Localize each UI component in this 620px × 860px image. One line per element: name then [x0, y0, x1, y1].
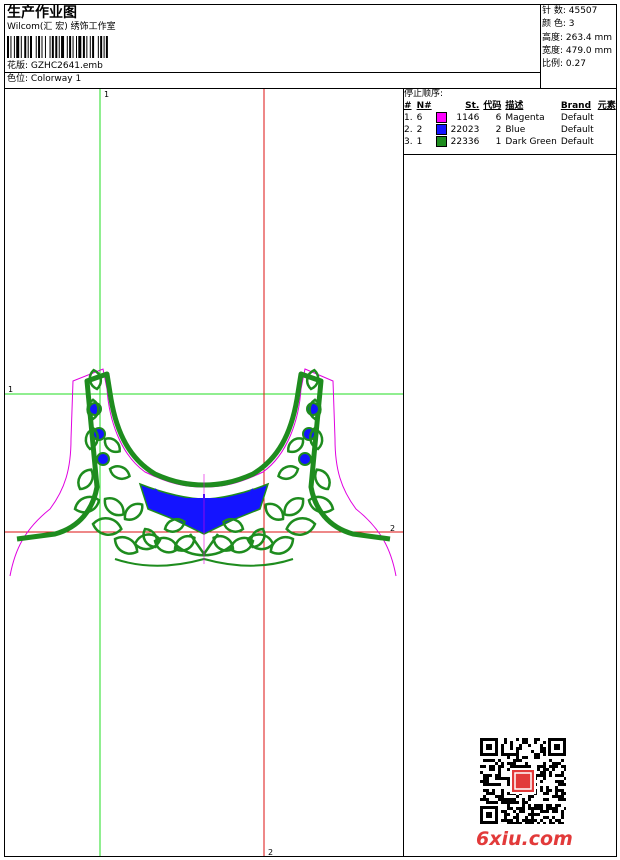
stat-stitches: 针 数: 45507	[542, 6, 598, 16]
row-description: Dark Green	[505, 136, 557, 147]
stop-sequence-row: 2. 2 22023 2 Blue Default	[402, 124, 618, 136]
stats-divider	[540, 4, 541, 88]
garment-outline	[9, 368, 397, 577]
lace-leaf-right	[307, 495, 335, 514]
row-needle: 2	[416, 124, 423, 135]
lace-leaf-left	[91, 517, 123, 536]
qr-code	[480, 738, 566, 824]
guide-label-v1: 1	[104, 90, 109, 99]
row-stitches: 22023	[450, 124, 480, 135]
row-needle: 1	[416, 136, 423, 147]
embroidery-preview: 1 1 2 2	[5, 89, 403, 856]
stop-sequence-row: 3. 1 22336 1 Dark Green Default	[402, 136, 618, 148]
row-swatch	[434, 112, 449, 124]
panel-divider	[403, 88, 404, 857]
stop-sequence-header-row: # N# St. 代码 描述 Brand 元素	[402, 101, 618, 112]
color-swatch	[435, 112, 447, 123]
studio-name: Wilcom(汇 宏) 绣饰工作室	[7, 22, 116, 32]
lace-leaf-right	[264, 502, 285, 521]
col-header-code: 代码	[483, 101, 502, 111]
page-title: 生产作业图	[7, 5, 77, 21]
row-stitches: 1146	[456, 112, 480, 123]
design-name: GZHC2641.emb	[30, 61, 103, 71]
row-description: Magenta	[505, 112, 545, 123]
lace-leaf-right	[283, 497, 305, 517]
lace-leaf-left	[108, 465, 131, 480]
stop-sequence-row: 1. 6 1146 6 Magenta Default	[402, 112, 618, 124]
blue-motif	[298, 452, 312, 466]
col-header-brand: Brand	[560, 101, 592, 111]
color-swatch	[435, 136, 447, 147]
lace-leaf-right	[285, 517, 317, 536]
stop-sequence-table: # N# St. 代码 描述 Brand 元素 1. 6 1146 6 Magenta D…	[402, 101, 618, 148]
row-code: 1	[495, 136, 502, 147]
col-header-swatch	[434, 101, 449, 112]
col-header-needle: N#	[416, 101, 432, 111]
colorway-label: 色位:	[7, 74, 29, 84]
col-header-index: #	[404, 101, 412, 111]
row-description: Blue	[505, 124, 526, 135]
row-index: 1.	[404, 112, 413, 123]
col-header-description: 描述	[505, 101, 524, 111]
col-header-element: 元素	[597, 101, 616, 111]
sequence-divider	[403, 154, 617, 155]
stat-scale: 比例: 0.27	[542, 59, 586, 69]
guide-label-v2: 2	[268, 848, 273, 856]
row-swatch	[434, 136, 449, 148]
stat-width: 宽度: 479.0 mm	[542, 46, 613, 56]
row-brand: Default	[560, 136, 594, 147]
colorway-name: Colorway 1	[30, 74, 82, 84]
guide-label-h2: 2	[390, 524, 395, 533]
row-brand: Default	[560, 112, 594, 123]
design-info: 花版: GZHC2641.emb	[7, 61, 103, 72]
watermark: 6xiu.com	[476, 828, 573, 850]
stat-height: 高度: 263.4 mm	[542, 33, 613, 43]
lace-leaf-right	[277, 465, 300, 480]
design-label: 花版:	[7, 61, 29, 71]
color-swatch	[435, 124, 447, 135]
row-needle: 6	[416, 112, 423, 123]
row-swatch	[434, 124, 449, 136]
barcode	[7, 36, 108, 58]
row-index: 2.	[404, 124, 413, 135]
colorway-info: 色位: Colorway 1	[7, 74, 81, 85]
stat-colors: 颜 色: 3	[542, 19, 575, 29]
row-index: 3.	[404, 136, 413, 147]
row-stitches: 22336	[450, 136, 480, 147]
guide-label-h1: 1	[8, 385, 13, 394]
header-subdivider	[4, 72, 540, 73]
row-code: 6	[495, 112, 502, 123]
lace-leaf-left	[73, 495, 101, 514]
lace-leaf-left	[103, 497, 125, 517]
row-code: 2	[495, 124, 502, 135]
lace-leaf-left	[123, 502, 144, 521]
stop-sequence-title: 停止顺序:	[404, 89, 444, 99]
col-header-stitches: St.	[465, 101, 480, 111]
blue-motif	[96, 452, 110, 466]
row-brand: Default	[560, 124, 594, 135]
